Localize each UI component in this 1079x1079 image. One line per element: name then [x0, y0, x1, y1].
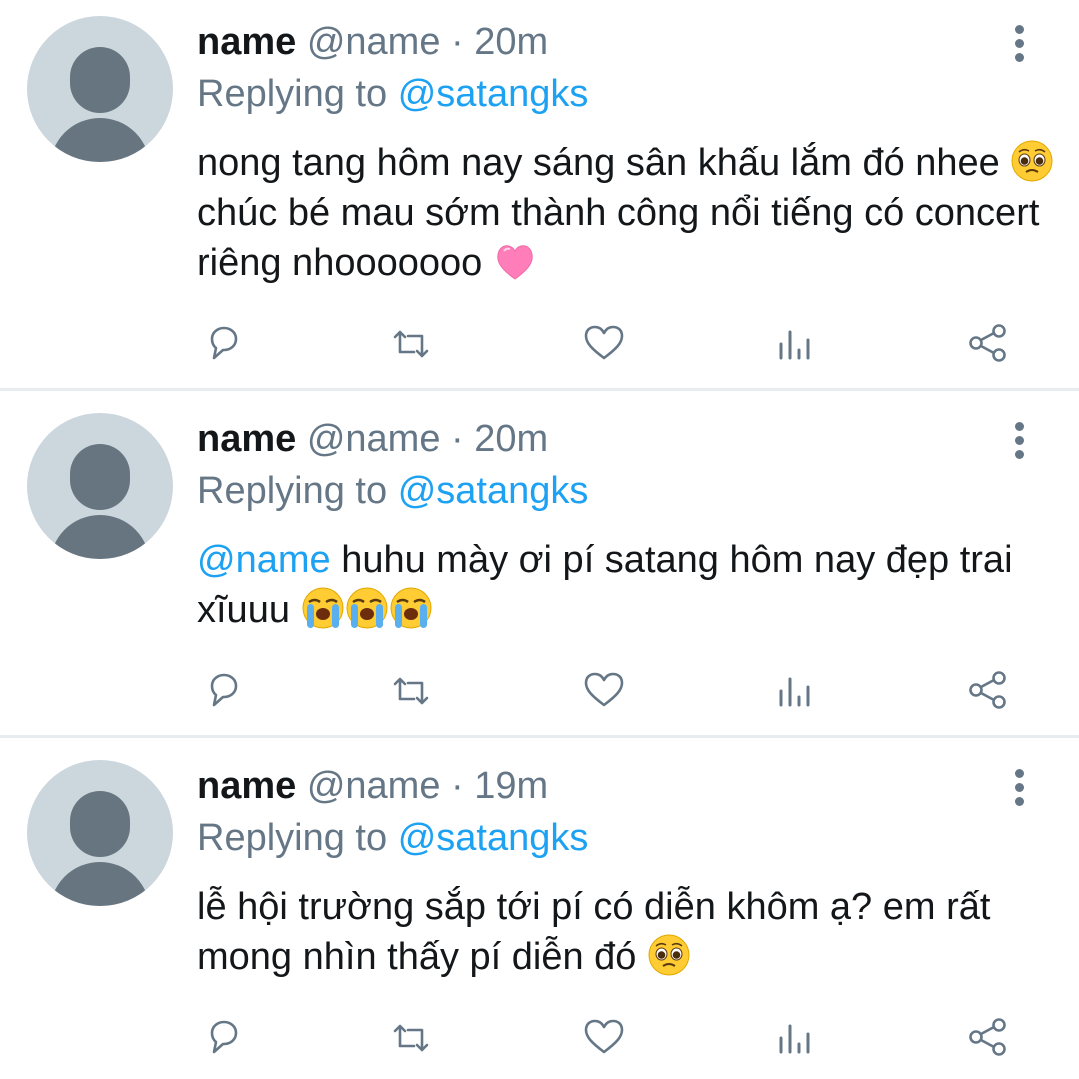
- replying-to-mention[interactable]: @satangks: [398, 817, 589, 859]
- replying-to: Replying to @satangks: [197, 469, 588, 513]
- avatar[interactable]: [27, 413, 173, 559]
- pleading-face-emoji: [1010, 139, 1054, 183]
- display-name[interactable]: name: [197, 418, 296, 460]
- tweet-text-part: nong tang hôm nay sáng sân khấu lắm đó n…: [197, 142, 1011, 184]
- replying-to-mention[interactable]: @satangks: [398, 73, 589, 115]
- share-icon[interactable]: [962, 318, 1014, 370]
- replying-prefix: Replying to: [197, 73, 388, 115]
- divider: [0, 735, 1079, 738]
- like-icon[interactable]: [578, 665, 630, 717]
- user-handle[interactable]: @name: [307, 418, 441, 460]
- reply-icon[interactable]: [197, 1012, 249, 1064]
- replying-to: Replying to @satangks: [197, 72, 588, 116]
- tweet-header: name @name · 20m: [197, 417, 548, 461]
- timestamp[interactable]: 20m: [474, 418, 548, 460]
- tweet[interactable]: name @name · 19m Replying to @satangks l…: [0, 744, 1079, 1079]
- replying-to: Replying to @satangks: [197, 816, 588, 860]
- like-icon[interactable]: [578, 318, 630, 370]
- avatar[interactable]: [27, 16, 173, 162]
- avatar-body-shape: [50, 515, 150, 559]
- user-mention[interactable]: @name: [197, 539, 331, 581]
- tweet-header: name @name · 19m: [197, 764, 548, 808]
- pleading-face-emoji: [647, 933, 691, 977]
- tweet-text: lễ hội trường sắp tới pí có diễn khôm ạ?…: [197, 882, 1057, 982]
- tweet[interactable]: name @name · 20m Replying to @satangks n…: [0, 0, 1079, 388]
- retweet-icon[interactable]: [385, 1012, 437, 1064]
- avatar-body-shape: [50, 118, 150, 162]
- user-handle[interactable]: @name: [307, 21, 441, 63]
- timestamp[interactable]: 20m: [474, 21, 548, 63]
- tweet[interactable]: name @name · 20m Replying to @satangks @…: [0, 397, 1079, 735]
- divider: [0, 388, 1079, 391]
- tweet-actions: [0, 1012, 1079, 1068]
- avatar-head-shape: [70, 444, 130, 510]
- crying-face-emoji: [345, 586, 389, 630]
- avatar[interactable]: [27, 760, 173, 906]
- analytics-icon[interactable]: [770, 1012, 822, 1064]
- more-options-icon[interactable]: [1010, 24, 1030, 64]
- analytics-icon[interactable]: [770, 318, 822, 370]
- pink-heart-emoji: [493, 239, 537, 283]
- like-icon[interactable]: [578, 1012, 630, 1064]
- retweet-icon[interactable]: [385, 665, 437, 717]
- separator: ·: [451, 765, 464, 807]
- analytics-icon[interactable]: [770, 665, 822, 717]
- more-options-icon[interactable]: [1010, 421, 1030, 461]
- retweet-icon[interactable]: [385, 318, 437, 370]
- avatar-body-shape: [50, 862, 150, 906]
- tweet-header: name @name · 20m: [197, 20, 548, 64]
- separator: ·: [451, 21, 464, 63]
- tweet-text-part: chúc bé mau sớm thành công nổi tiếng có …: [197, 192, 1040, 284]
- tweet-actions: [0, 665, 1079, 721]
- tweet-text: nong tang hôm nay sáng sân khấu lắm đó n…: [197, 138, 1057, 288]
- crying-face-emoji: [301, 586, 345, 630]
- reply-icon[interactable]: [197, 665, 249, 717]
- replying-to-mention[interactable]: @satangks: [398, 470, 589, 512]
- user-handle[interactable]: @name: [307, 765, 441, 807]
- display-name[interactable]: name: [197, 21, 296, 63]
- tweet-text: @name huhu mày ơi pí satang hôm nay đẹp …: [197, 535, 1057, 635]
- display-name[interactable]: name: [197, 765, 296, 807]
- crying-face-emoji: [389, 586, 433, 630]
- avatar-head-shape: [70, 791, 130, 857]
- share-icon[interactable]: [962, 665, 1014, 717]
- tweet-actions: [0, 318, 1079, 374]
- timestamp[interactable]: 19m: [474, 765, 548, 807]
- reply-icon[interactable]: [197, 318, 249, 370]
- tweet-text-part: lễ hội trường sắp tới pí có diễn khôm ạ?…: [197, 886, 991, 978]
- replying-prefix: Replying to: [197, 817, 388, 859]
- replying-prefix: Replying to: [197, 470, 388, 512]
- separator: ·: [451, 418, 464, 460]
- avatar-head-shape: [70, 47, 130, 113]
- share-icon[interactable]: [962, 1012, 1014, 1064]
- more-options-icon[interactable]: [1010, 768, 1030, 808]
